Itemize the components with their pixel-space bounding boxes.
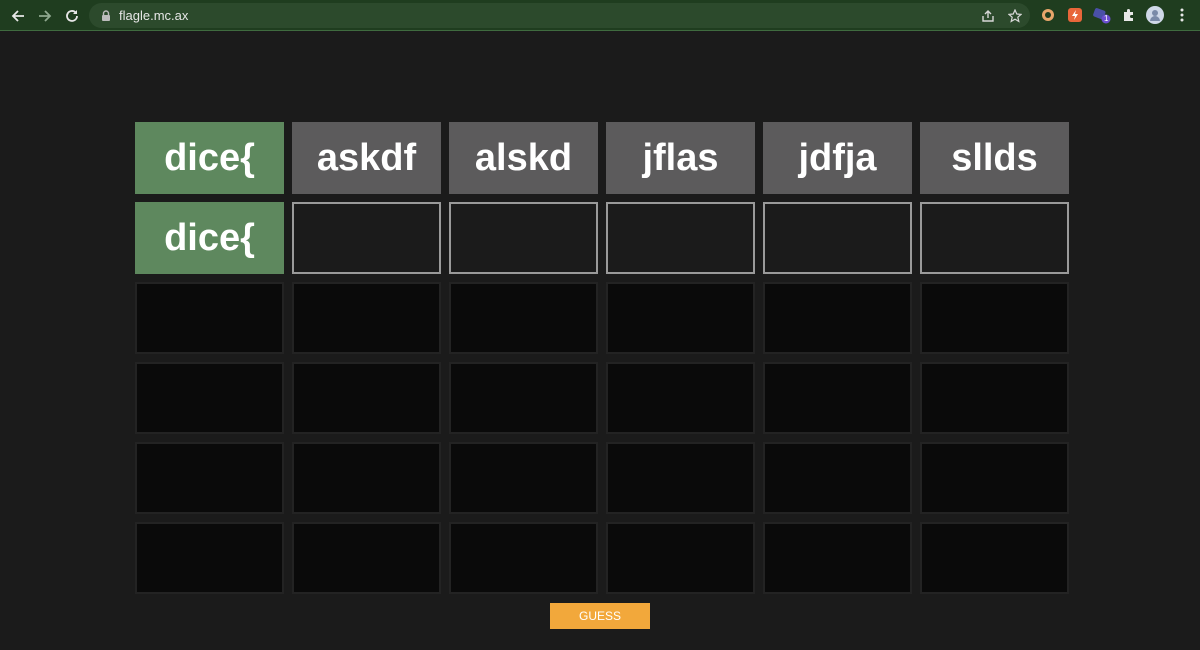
extension-badge-icon[interactable]: 1 <box>1093 6 1111 24</box>
forward-icon[interactable] <box>34 5 56 27</box>
browser-menu-icon[interactable] <box>1173 6 1191 24</box>
board-tile <box>606 362 755 434</box>
board-tile <box>135 442 284 514</box>
board-tile: dice{ <box>135 202 284 274</box>
board-tile[interactable] <box>606 202 755 274</box>
extensions-puzzle-icon[interactable] <box>1120 6 1138 24</box>
url-text: flagle.mc.ax <box>119 8 189 23</box>
board-tile <box>449 522 598 594</box>
board-tile[interactable] <box>449 202 598 274</box>
board-tile <box>292 362 441 434</box>
board-tile <box>135 282 284 354</box>
share-icon[interactable] <box>978 6 998 26</box>
board-tile <box>292 522 441 594</box>
board-tile: dice{ <box>135 122 284 194</box>
guess-button[interactable]: GUESS <box>550 603 650 629</box>
board-tile <box>763 362 912 434</box>
extension-bolt-icon[interactable] <box>1066 6 1084 24</box>
board-tile <box>449 442 598 514</box>
board-tile: jdfja <box>763 122 912 194</box>
board-tile: askdf <box>292 122 441 194</box>
board-tile <box>449 282 598 354</box>
extension-ring-icon[interactable] <box>1039 6 1057 24</box>
board-tile <box>449 362 598 434</box>
board-tile <box>763 442 912 514</box>
extension-badge-count: 1 <box>1104 14 1109 23</box>
board-tile: jflas <box>606 122 755 194</box>
board-tile <box>606 442 755 514</box>
bookmark-star-icon[interactable] <box>1005 6 1025 26</box>
board-tile[interactable] <box>920 202 1069 274</box>
address-bar[interactable]: flagle.mc.ax <box>89 3 1030 28</box>
board-tile <box>920 442 1069 514</box>
lock-icon <box>102 10 110 21</box>
board-tile <box>763 522 912 594</box>
board-tile <box>606 522 755 594</box>
browser-toolbar: flagle.mc.ax 1 <box>0 0 1200 31</box>
board-tile <box>920 522 1069 594</box>
board-tile <box>135 362 284 434</box>
board-tile: sllds <box>920 122 1069 194</box>
board-tile <box>606 282 755 354</box>
board-tile[interactable] <box>292 202 441 274</box>
board-tile <box>920 362 1069 434</box>
board-tile <box>135 522 284 594</box>
board-tile <box>292 282 441 354</box>
reload-icon[interactable] <box>61 5 83 27</box>
board-tile[interactable] <box>763 202 912 274</box>
board-tile <box>292 442 441 514</box>
board-tile: alskd <box>449 122 598 194</box>
back-icon[interactable] <box>7 5 29 27</box>
board-tile <box>920 282 1069 354</box>
board-tile <box>763 282 912 354</box>
profile-avatar[interactable] <box>1146 6 1164 24</box>
